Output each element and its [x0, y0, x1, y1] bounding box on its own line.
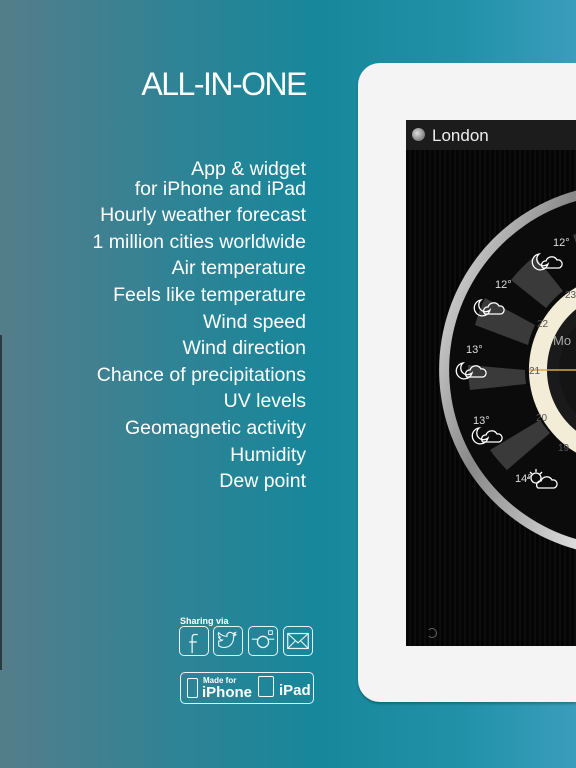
- feature-item: Hourly weather forecast: [100, 204, 306, 227]
- feature-item: for iPhone and iPad: [134, 177, 306, 200]
- feature-item: Humidity: [230, 443, 306, 466]
- sharing-label: Sharing via: [180, 616, 229, 626]
- forecast-temp: 14°: [515, 473, 532, 485]
- feature-item: 1 million cities worldwide: [92, 230, 307, 253]
- instagram-icon[interactable]: [248, 626, 278, 656]
- refresh-icon[interactable]: [427, 628, 437, 638]
- made-for-iphone-ipad-badge: Made for iPhone iPad: [180, 672, 314, 704]
- feature-item: Wind speed: [203, 310, 306, 333]
- forecast-temp: 12°: [495, 279, 512, 291]
- hour-label: 20: [536, 413, 548, 424]
- page-title: ALL-IN-ONE: [141, 66, 307, 102]
- hour-label: 19: [558, 443, 570, 454]
- feature-item: UV levels: [223, 390, 306, 413]
- app-header: London: [406, 120, 576, 150]
- iphone-device-icon: [187, 678, 198, 698]
- forecast-temp: 12°: [553, 237, 570, 249]
- mail-icon[interactable]: [283, 626, 313, 656]
- feature-item: Feels like temperature: [113, 283, 306, 306]
- app-screen: 23 22 21 20 19 Mo 12° 12° 13° 13° 14° Lo…: [406, 120, 576, 646]
- edge-divider: [0, 335, 2, 670]
- feature-list: App & widget for iPhone and iPad Hourly …: [93, 156, 307, 495]
- feature-item: Wind direction: [182, 337, 306, 360]
- hour-label: 22: [537, 319, 549, 330]
- facebook-icon[interactable]: [179, 626, 209, 656]
- feature-item: Dew point: [219, 470, 306, 493]
- hour-label: 23: [565, 290, 576, 301]
- forecast-temp: 13°: [473, 415, 490, 427]
- ipad-device-icon: [258, 676, 274, 697]
- feature-item: Geomagnetic activity: [125, 416, 306, 439]
- iphone-label: iPhone: [202, 684, 253, 701]
- ipad-label: iPad: [279, 682, 311, 699]
- hour-label: 21: [529, 366, 541, 377]
- globe-icon[interactable]: [412, 128, 425, 141]
- feature-item: Chance of precipitations: [96, 363, 306, 386]
- forecast-temp: 13°: [466, 344, 483, 356]
- twitter-icon[interactable]: [213, 626, 243, 656]
- city-name[interactable]: London: [432, 126, 489, 146]
- dial-day-label: Mo: [553, 333, 571, 348]
- feature-item: Air temperature: [171, 257, 306, 280]
- forecast-dial: 23 22 21 20 19 Mo 12° 12° 13° 13° 14°: [439, 190, 576, 550]
